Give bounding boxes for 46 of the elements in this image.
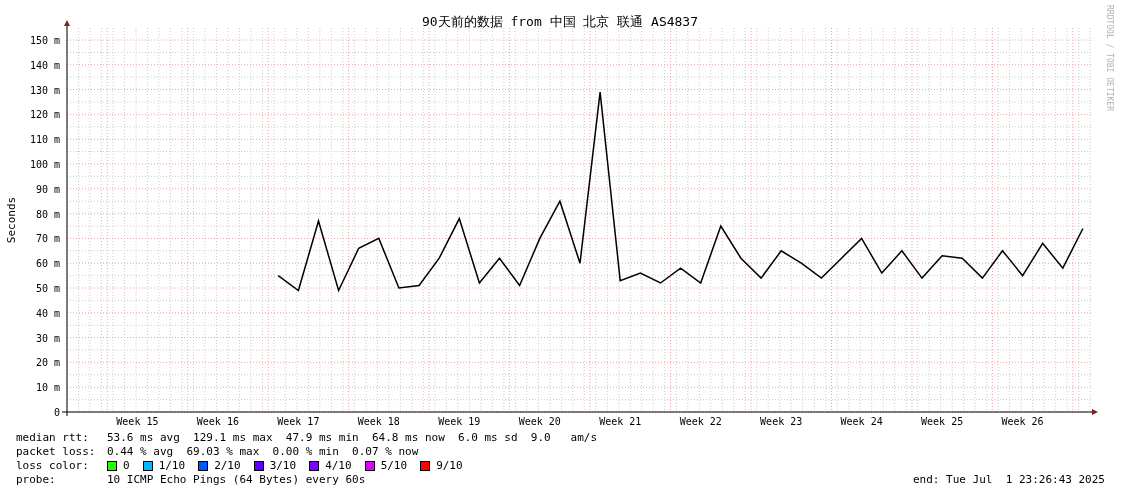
x-tick-label: Week 20 [518,416,561,427]
stat-label: packet loss: [16,445,97,459]
end-time: end: Tue Jul 1 23:26:43 2025 [912,473,1105,487]
x-tick-label: Week 22 [679,416,722,427]
y-tick-label: 90 m [35,183,60,195]
y-axis-title: Seconds [5,196,18,244]
y-tick-label: 10 m [35,382,60,394]
stat-values: 0.44 % avg 69.03 % max 0.00 % min 0.07 % now [107,445,419,459]
loss-color-label: 2/10 [214,459,241,473]
x-tick-label: Week 19 [438,416,481,427]
x-tick-label: Week 21 [599,416,642,427]
y-tick-label: 60 m [35,258,60,270]
loss-color-label: 0 [123,459,130,473]
y-tick-label: 130 m [29,84,60,96]
loss-color-label: 9/10 [436,459,463,473]
y-tick-label: 40 m [35,307,60,319]
x-tick-label: Week 24 [840,416,883,427]
y-tick-label: 140 m [29,59,60,71]
y-tick-label: 150 m [29,35,60,46]
x-tick-label: Week 17 [277,416,320,427]
x-tick-label: Week 16 [196,416,239,427]
credit-text: RRDTOOL / TOBI OETIKER [1105,5,1114,111]
y-tick-label: 100 m [29,159,60,170]
loss-color-label: 5/10 [380,459,408,473]
stat-label: probe: [16,473,57,487]
y-tick-label: 80 m [35,208,60,220]
x-tick-label: Week 26 [1001,416,1044,427]
stat-label: loss color: [16,459,90,473]
probe-text: 10 ICMP Echo Pings (64 Bytes) every 60s [107,473,366,487]
loss-color-label: 3/10 [269,459,297,473]
y-tick-label: 120 m [29,109,60,121]
x-tick-label: Week 15 [116,416,159,427]
y-tick-label: 70 m [35,233,60,245]
y-tick-label: 30 m [35,332,60,344]
y-tick-label: 50 m [35,283,60,294]
x-tick-label: Week 23 [760,416,803,427]
y-tick-label: 0 [53,407,60,418]
x-tick-label: Week 25 [921,416,964,427]
chart-title: 90天前的数据 from 中国 北京 联通 AS4837 [421,14,699,29]
y-tick-label: 20 m [35,357,60,369]
y-tick-label: 110 m [29,134,60,146]
loss-color-label: 4/10 [325,459,352,473]
stat-values: 53.6 ms avg 129.1 ms max 47.9 ms min 64.8 ms now 6.0 ms sd 9.0 am/s [107,431,598,445]
x-tick-label: Week 18 [357,416,400,427]
stat-label: median rtt: [16,431,90,445]
loss-color-label: 1/10 [158,459,186,473]
